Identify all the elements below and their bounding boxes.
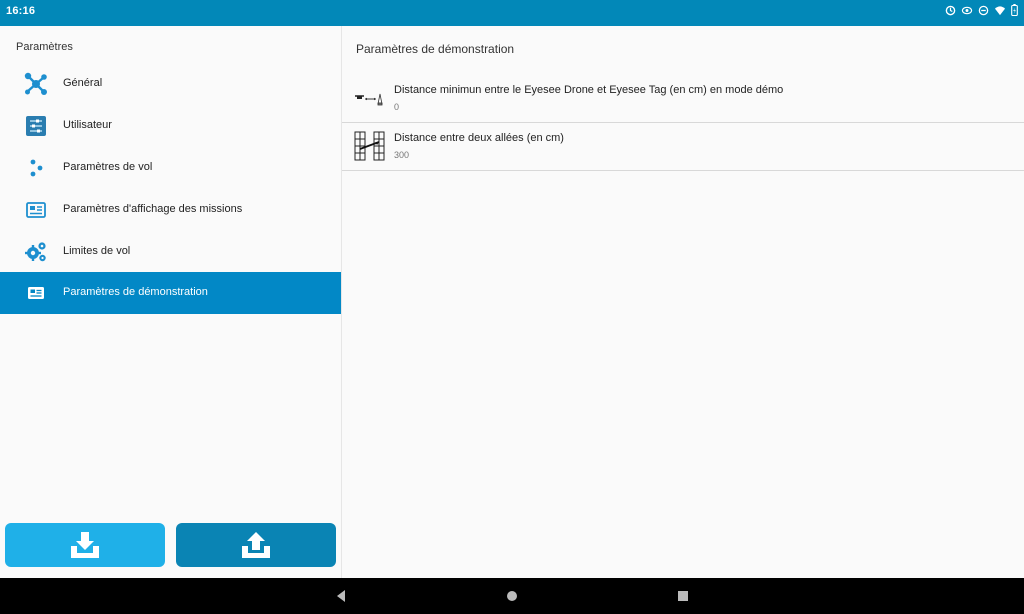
dnd-icon [978,5,989,16]
nav-item-label: Paramètres de démonstration [63,286,208,298]
sync-icon [945,5,956,16]
card-icon [24,281,48,305]
nav-item-general[interactable]: Général [0,63,341,105]
recents-icon[interactable] [677,589,689,608]
eye-icon [961,5,973,16]
gears-icon [24,240,48,264]
card-icon [24,198,48,222]
home-icon[interactable] [506,589,518,608]
pref-title: Distance entre deux allées (en cm) [394,132,564,144]
nav-item-label: Paramètres d'affichage des missions [63,203,243,215]
status-time: 16:16 [6,5,36,17]
back-icon[interactable] [335,589,347,608]
nav-item-flight-settings[interactable]: Paramètres de vol [0,147,341,189]
settings-headers-pane: Paramètres Général Utilisateur Paramètre… [0,26,342,578]
nav-item-label: Paramètres de vol [63,161,153,173]
pref-summary: 0 [394,102,400,112]
wifi-icon [994,5,1006,16]
pref-drone-tag-distance[interactable]: Distance minimun entre le Eyesee Drone e… [342,74,1024,123]
battery-icon [1011,4,1018,16]
pref-summary: 300 [394,150,410,160]
pref-title: Distance minimun entre le Eyesee Drone e… [394,84,784,96]
status-icons [945,4,1018,16]
nav-item-label: Limites de vol [63,245,131,257]
download-button[interactable] [5,523,165,567]
detail-title: Paramètres de démonstration [356,42,515,56]
pref-aisle-distance[interactable]: Distance entre deux allées (en cm) 300 [342,122,1024,171]
upload-button[interactable] [176,523,336,567]
drone-distance-icon [354,82,386,114]
nav-item-flight-limits[interactable]: Limites de vol [0,231,341,273]
nav-item-demo-settings[interactable]: Paramètres de démonstration [0,272,341,314]
nav-item-label: Utilisateur [63,119,112,131]
nav-item-mission-display[interactable]: Paramètres d'affichage des missions [0,189,341,231]
status-bar: 16:16 [0,0,1024,26]
nav-item-label: Général [63,77,103,89]
headers-title: Paramètres [16,41,73,53]
nav-item-user[interactable]: Utilisateur [0,105,341,147]
sliders-icon [24,114,48,138]
system-navigation-bar [0,578,1024,614]
molecule-icon [24,72,48,96]
aisle-distance-icon [354,130,386,162]
settings-detail-pane: Paramètres de démonstration Distance min… [342,26,1024,578]
dots-icon [24,156,48,180]
